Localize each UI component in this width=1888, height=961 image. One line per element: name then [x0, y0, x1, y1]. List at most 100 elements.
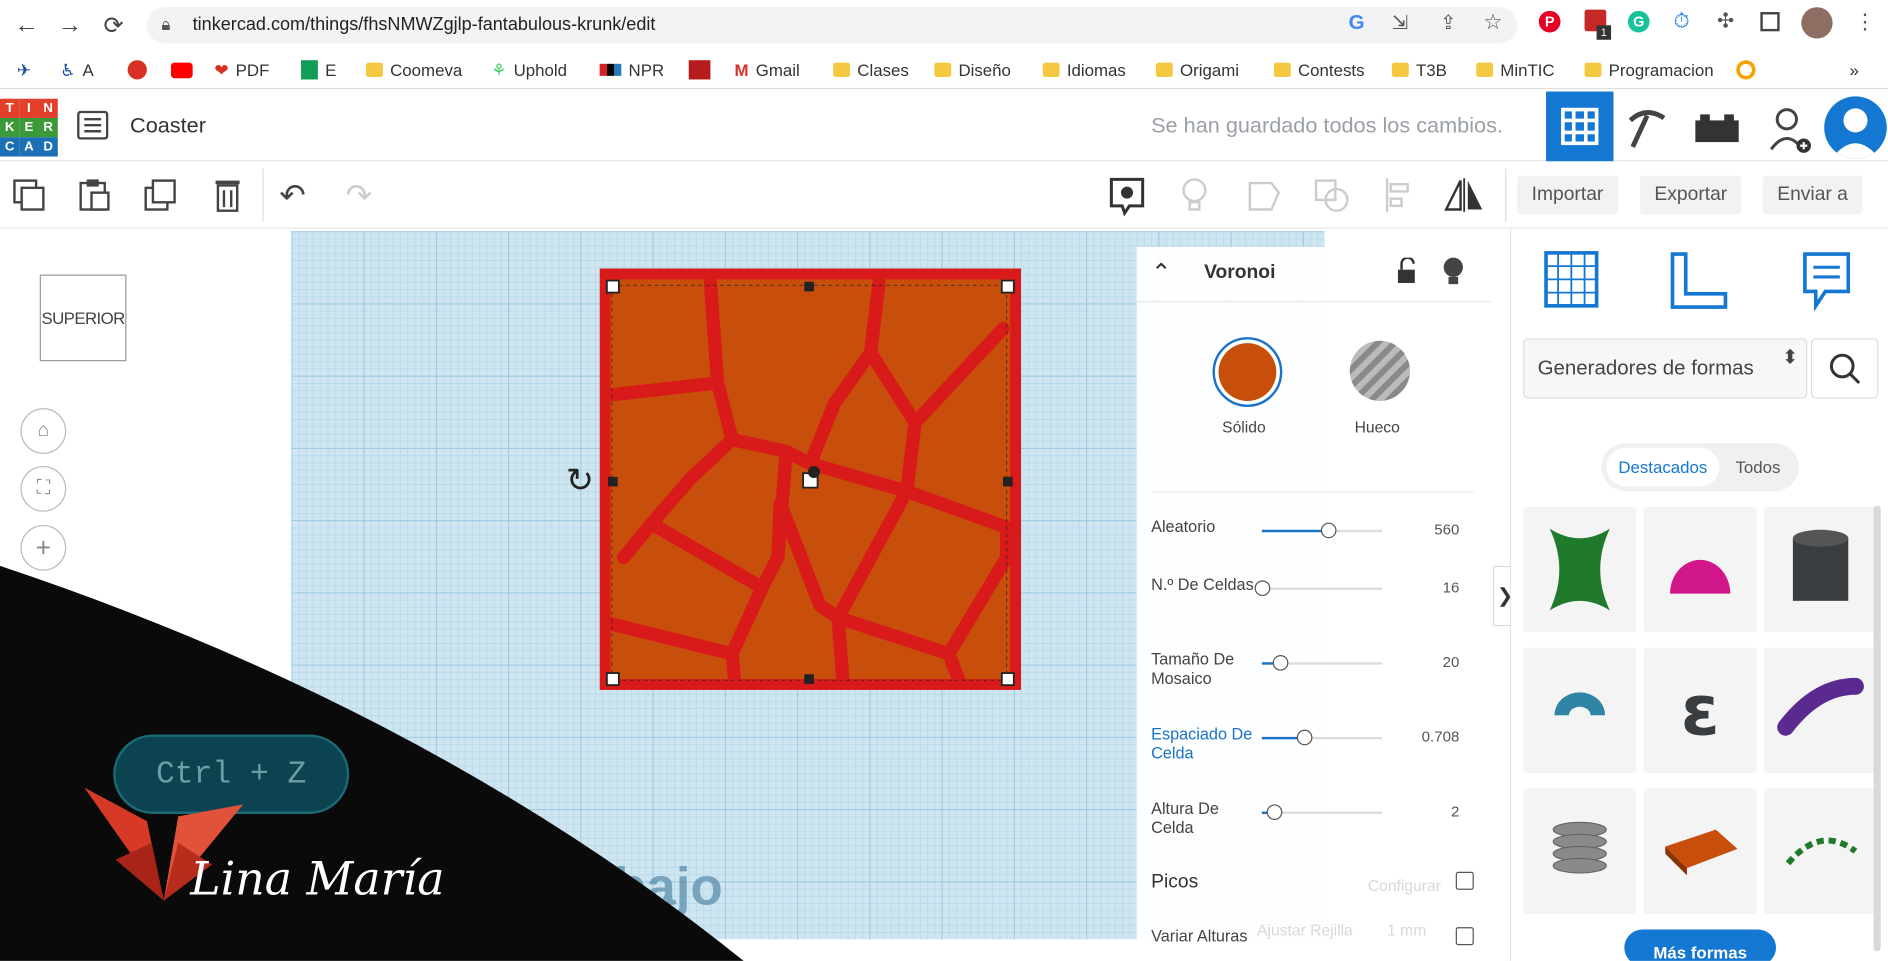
designs-list-icon[interactable] [77, 110, 109, 140]
shape-tile[interactable] [1523, 788, 1637, 914]
workplane-tool-icon[interactable] [1544, 250, 1599, 308]
bookmark-diseno[interactable]: Diseño [934, 59, 1011, 81]
bookmark-clases[interactable]: Clases [833, 59, 909, 81]
shape-tile[interactable] [1763, 647, 1878, 774]
bookmark-accessibility[interactable]: ✈︎ [17, 59, 31, 81]
bookmark-red-app[interactable] [688, 59, 711, 81]
redo-icon[interactable]: ↷ [346, 177, 372, 214]
bookmark-gmail-icon-only[interactable] [127, 59, 147, 81]
shape-category-select[interactable]: Generadores de formas [1523, 338, 1808, 399]
bookmark-coomeva[interactable]: Coomeva [366, 59, 462, 81]
param-value[interactable]: 2 [1387, 803, 1459, 820]
bookmark-contests[interactable]: Contests [1273, 59, 1365, 81]
search-button[interactable] [1810, 338, 1879, 399]
more-shapes-button[interactable]: Más formas [1624, 929, 1777, 961]
3d-design-view-button[interactable] [1546, 91, 1614, 162]
ungroup-icon[interactable] [1312, 176, 1351, 215]
bricks-icon[interactable] [1693, 111, 1741, 145]
group-icon[interactable] [1245, 176, 1284, 215]
slider-knob[interactable] [1266, 804, 1283, 820]
duplicate-icon[interactable] [142, 176, 181, 215]
slider-knob[interactable] [1272, 655, 1289, 671]
back-arrow-icon[interactable]: ← [14, 12, 38, 40]
bookmark-uphold[interactable]: ⚘ Uphold [491, 59, 567, 81]
hole-button[interactable] [1349, 340, 1410, 401]
shape-tile[interactable] [1523, 506, 1637, 633]
grammarly-icon[interactable]: G [1627, 10, 1650, 33]
bookmark-idiomas[interactable]: Idiomas [1042, 59, 1126, 81]
pickaxe-icon[interactable] [1623, 106, 1669, 149]
export-button[interactable]: Exportar [1639, 175, 1742, 215]
share-icon[interactable]: ⇪ [1440, 11, 1456, 35]
shape-tile[interactable] [1763, 788, 1878, 914]
more-bookmarks[interactable]: » [1849, 59, 1858, 81]
user-avatar[interactable] [1824, 96, 1887, 159]
pinterest-icon[interactable]: P [1538, 10, 1561, 33]
install-icon[interactable]: ⇲ [1392, 11, 1408, 35]
undo-icon[interactable]: ↶ [279, 177, 305, 214]
add-user-icon[interactable] [1768, 106, 1816, 154]
fit-view-button[interactable]: ⛶ [20, 465, 67, 512]
copy-icon[interactable] [10, 176, 49, 215]
tab-featured[interactable]: Destacados [1606, 447, 1720, 487]
shape-tile[interactable] [1643, 788, 1757, 914]
timer-icon[interactable]: ⏱ [1674, 10, 1690, 34]
forward-arrow-icon[interactable]: → [58, 12, 82, 40]
sidepanel-icon[interactable] [1760, 12, 1780, 32]
import-button[interactable]: Importar [1517, 175, 1618, 215]
ruler-icon[interactable] [1669, 250, 1729, 310]
hint-bulb-icon[interactable] [1440, 255, 1466, 286]
shape-tile[interactable] [1643, 506, 1757, 633]
param-value[interactable]: 0.708 [1387, 728, 1460, 745]
panel-scrollbar[interactable] [1873, 505, 1881, 952]
kebab-menu-icon[interactable]: ⋮ [1854, 10, 1876, 35]
reload-icon[interactable]: ⟳ [104, 11, 124, 41]
design-title[interactable]: Coaster [130, 113, 206, 138]
picos-checkbox[interactable] [1455, 871, 1474, 890]
notes-icon[interactable] [1801, 250, 1852, 311]
zoom-in-button[interactable]: + [20, 524, 67, 571]
rotate-handle-icon[interactable]: ↻ [566, 460, 594, 500]
delete-trash-icon[interactable] [208, 176, 247, 215]
bookmark-star-icon[interactable]: ☆ [1483, 10, 1502, 35]
bookmark-e[interactable]: E [301, 59, 336, 81]
slider-knob[interactable] [1254, 580, 1271, 597]
unlock-icon[interactable] [1394, 257, 1418, 284]
bookmark-t3b[interactable]: T3B [1391, 59, 1447, 81]
bookmark-youtube[interactable] [170, 59, 193, 81]
bookmark-origami[interactable]: Origami [1155, 59, 1239, 81]
bookmark-pdf[interactable]: ❤ PDF [214, 59, 269, 81]
shape-tile[interactable]: ε [1643, 647, 1757, 774]
variar-alturas-checkbox[interactable] [1455, 927, 1474, 946]
home-view-button[interactable]: ⌂ [20, 408, 67, 454]
slider-knob[interactable] [1296, 729, 1313, 746]
param-value[interactable]: 20 [1387, 654, 1460, 671]
slider-knob[interactable] [1320, 522, 1337, 539]
view-cube[interactable]: SUPERIOR [39, 274, 127, 362]
slider-track[interactable] [1261, 587, 1383, 591]
lightbulb-icon[interactable] [1178, 176, 1212, 215]
bookmark-gmail[interactable]: M Gmail [734, 59, 799, 81]
bookmark-programacion[interactable]: Programacion [1584, 59, 1714, 81]
bookmark-mintic[interactable]: MinTIC [1476, 59, 1555, 81]
tab-all[interactable]: Todos [1724, 448, 1791, 487]
shape-tile[interactable] [1763, 506, 1878, 633]
google-icon[interactable]: G [1349, 11, 1365, 35]
tinkercad-logo[interactable]: TIN KER CAD [0, 98, 58, 157]
profile-avatar[interactable] [1801, 7, 1833, 39]
url-bar[interactable]: tinkercad.com/things/fhsNMWZgjlp-fantabu… [146, 7, 1518, 44]
mirror-icon[interactable] [1442, 176, 1485, 215]
extensions-puzzle-icon[interactable]: ✣ [1717, 10, 1734, 34]
bookmark-npr[interactable]: NPR [599, 59, 664, 81]
paste-icon[interactable] [75, 176, 114, 215]
notes-eye-icon[interactable] [1108, 176, 1147, 217]
param-value[interactable]: 16 [1387, 579, 1460, 596]
send-to-button[interactable]: Enviar a [1762, 175, 1863, 215]
bookmark-circle[interactable] [1736, 59, 1756, 81]
align-icon[interactable] [1382, 176, 1416, 215]
collapse-chevron-icon[interactable]: ⌃ [1151, 258, 1171, 288]
bookmark-a[interactable]: ♿︎ A [60, 59, 94, 81]
solid-button[interactable] [1212, 337, 1283, 407]
shape-tile[interactable] [1523, 647, 1637, 774]
param-value[interactable]: 560 [1387, 521, 1459, 538]
